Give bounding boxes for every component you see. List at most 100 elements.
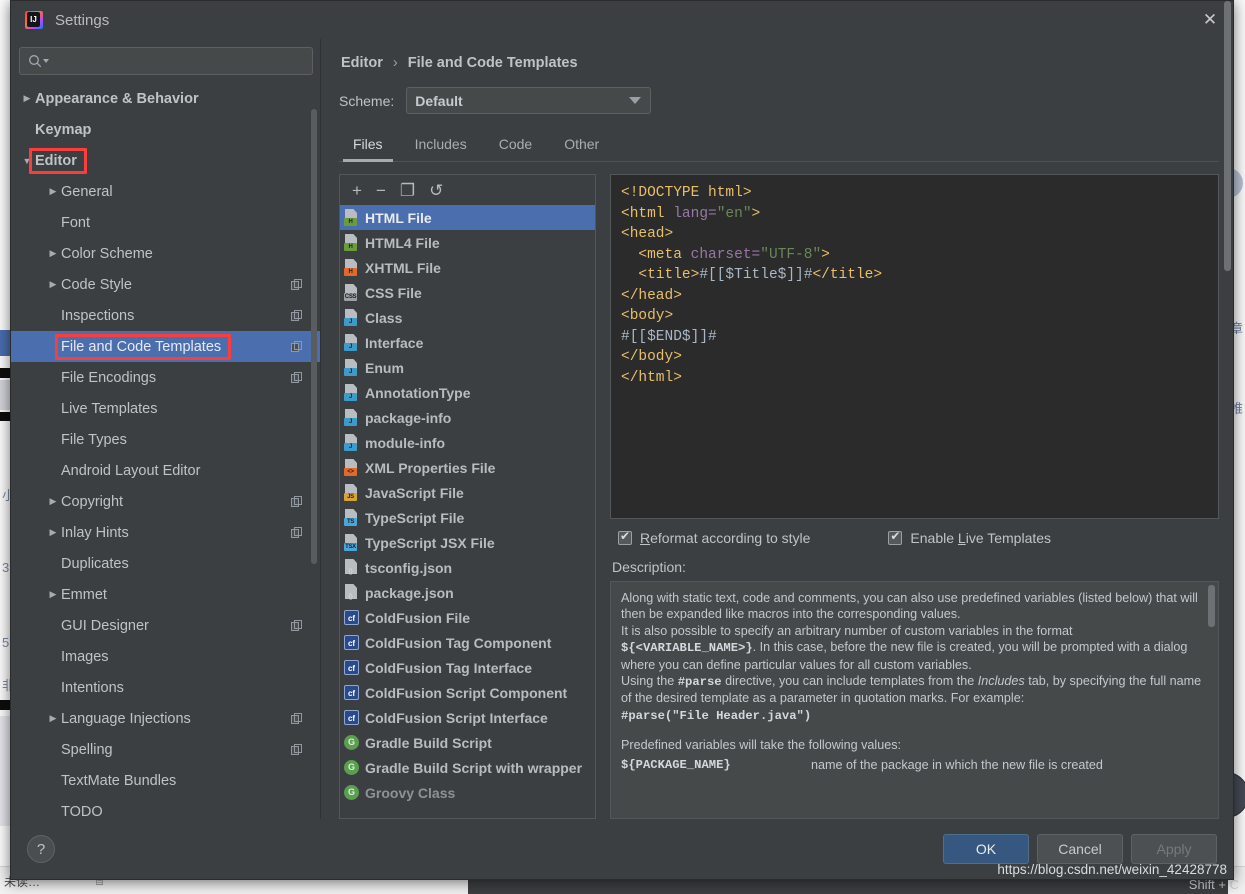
copy-settings-icon[interactable] xyxy=(291,495,303,508)
template-list-item[interactable]: cf ColdFusion Tag Component xyxy=(340,630,595,655)
sidebar-item-gui-designer[interactable]: ▶GUI Designer xyxy=(11,610,321,641)
template-list-item[interactable]: G Gradle Build Script with wrapper xyxy=(340,755,595,780)
reset-icon[interactable]: ↺ xyxy=(429,182,443,199)
template-list-item[interactable]: TS TypeScript File xyxy=(340,505,595,530)
sidebar-item-file-and-code-templates[interactable]: ▶File and Code Templates xyxy=(11,331,321,362)
ok-button[interactable]: OK xyxy=(943,834,1029,864)
template-list-item[interactable]: J AnnotationType xyxy=(340,380,595,405)
sidebar-item-editor[interactable]: ▼ Editor xyxy=(11,145,321,176)
template-list-item[interactable]: JS JavaScript File xyxy=(340,480,595,505)
search-input[interactable] xyxy=(55,53,304,69)
tab-code[interactable]: Code xyxy=(485,128,546,161)
templates-list-scrollbar[interactable] xyxy=(1224,1,1231,271)
cancel-button[interactable]: Cancel xyxy=(1037,834,1123,864)
template-list-item[interactable]: cf ColdFusion Script Component xyxy=(340,680,595,705)
template-list-item[interactable]: cf ColdFusion Tag Interface xyxy=(340,655,595,680)
chevron-right-icon[interactable]: ▶ xyxy=(45,589,61,600)
template-list-item[interactable]: {} package.json xyxy=(340,580,595,605)
template-list-item[interactable]: G Gradle Build Script xyxy=(340,730,595,755)
sidebar-item-label: General xyxy=(61,183,113,200)
template-list-item[interactable]: G Groovy Class xyxy=(340,780,595,805)
checkbox-box[interactable] xyxy=(888,529,903,545)
scheme-select[interactable]: Default xyxy=(406,87,652,114)
reformat-according-to-style-checkbox[interactable]: Reformat according to style xyxy=(618,529,810,546)
sidebar-item-intentions[interactable]: ▶Intentions xyxy=(11,672,321,703)
template-list-item[interactable]: TSX TypeScript JSX File xyxy=(340,530,595,555)
sidebar-item-code-style[interactable]: ▶ Code Style xyxy=(11,269,321,300)
sidebar-item-font[interactable]: ▶Font xyxy=(11,207,321,238)
scheme-label: Scheme: xyxy=(339,92,395,109)
template-list-item[interactable]: {} tsconfig.json xyxy=(340,555,595,580)
search-box[interactable] xyxy=(19,47,313,75)
plus-icon[interactable]: + xyxy=(352,182,362,199)
sidebar-item-live-templates[interactable]: ▶Live Templates xyxy=(11,393,321,424)
copy-settings-icon[interactable] xyxy=(291,278,303,291)
copy-settings-icon[interactable] xyxy=(291,743,303,756)
tab-includes[interactable]: Includes xyxy=(401,128,481,161)
template-list-item[interactable]: H HTML4 File xyxy=(340,230,595,255)
sidebar-item-inspections[interactable]: ▶Inspections xyxy=(11,300,321,331)
sidebar-item-label: Appearance & Behavior xyxy=(35,90,199,107)
sidebar-item-general[interactable]: ▶ General xyxy=(11,176,321,207)
sidebar-item-textmate-bundles[interactable]: ▶TextMate Bundles xyxy=(11,765,321,796)
template-list-item[interactable]: cf ColdFusion File xyxy=(340,605,595,630)
breadcrumb-parent[interactable]: Editor xyxy=(341,55,383,71)
sidebar-item-file-types[interactable]: ▶File Types xyxy=(11,424,321,455)
chevron-right-icon[interactable]: ▶ xyxy=(45,186,61,197)
sidebar-item-images[interactable]: ▶Images xyxy=(11,641,321,672)
tab-other[interactable]: Other xyxy=(550,128,613,161)
sidebar-item-inlay-hints[interactable]: ▶ Inlay Hints xyxy=(11,517,321,548)
code-line: </head> xyxy=(621,286,1208,307)
minus-icon[interactable]: − xyxy=(376,182,386,199)
description-scrollbar[interactable] xyxy=(1208,585,1215,627)
template-list-item[interactable]: H XHTML File xyxy=(340,255,595,280)
copy-settings-icon[interactable] xyxy=(291,619,303,632)
template-list-item[interactable]: H HTML File xyxy=(340,205,595,230)
sidebar-item-android-layout-editor[interactable]: ▶Android Layout Editor xyxy=(11,455,321,486)
copy-settings-icon[interactable] xyxy=(291,526,303,539)
sidebar-item-todo[interactable]: ▶TODO xyxy=(11,796,321,820)
chevron-right-icon[interactable]: ▶ xyxy=(45,248,61,259)
sidebar-item-appearance-behavior[interactable]: ▶ Appearance & Behavior xyxy=(11,83,321,114)
checkbox-box[interactable] xyxy=(618,529,632,545)
template-list-item[interactable]: J Class xyxy=(340,305,595,330)
template-list-item-label: AnnotationType xyxy=(365,384,471,401)
code-token: <meta xyxy=(621,246,691,263)
template-list-item[interactable]: J Enum xyxy=(340,355,595,380)
copy-settings-icon[interactable] xyxy=(291,309,303,322)
chevron-right-icon[interactable]: ▶ xyxy=(19,93,35,104)
chevron-right-icon[interactable]: ▶ xyxy=(45,496,61,507)
code-line: <!DOCTYPE html> xyxy=(621,183,1208,204)
copy-settings-icon[interactable] xyxy=(291,371,303,384)
chevron-down-icon[interactable]: ▼ xyxy=(19,156,35,166)
sidebar-item-label: Keymap xyxy=(35,121,92,138)
sidebar-item-color-scheme[interactable]: ▶ Color Scheme xyxy=(11,238,321,269)
sidebar-item-label: Images xyxy=(61,648,109,665)
sidebar-item-keymap[interactable]: ▶Keymap xyxy=(11,114,321,145)
sidebar-item-spelling[interactable]: ▶Spelling xyxy=(11,734,321,765)
copy-settings-icon[interactable] xyxy=(291,712,303,725)
template-list-item[interactable]: <> XML Properties File xyxy=(340,455,595,480)
chevron-right-icon[interactable]: ▶ xyxy=(45,527,61,538)
question-mark-icon[interactable]: ? xyxy=(27,835,55,863)
template-list-item[interactable]: CSS CSS File xyxy=(340,280,595,305)
copy-settings-icon[interactable] xyxy=(291,340,303,353)
sidebar-item-label: File Types xyxy=(61,431,127,448)
template-code-editor[interactable]: <!DOCTYPE html> <html lang="en"> <head> <m… xyxy=(610,174,1219,519)
sidebar-item-language-injections[interactable]: ▶ Language Injections xyxy=(11,703,321,734)
background-glyph-1: 3 xyxy=(2,560,10,575)
chevron-right-icon[interactable]: ▶ xyxy=(45,279,61,290)
enable-live-templates-checkbox[interactable]: Enable Live Templates xyxy=(888,529,1051,546)
sidebar-item-emmet[interactable]: ▶ Emmet xyxy=(11,579,321,610)
sidebar-item-file-encodings[interactable]: ▶File Encodings xyxy=(11,362,321,393)
template-list-item[interactable]: Jpackage-info xyxy=(340,405,595,430)
copy-icon[interactable]: ❐ xyxy=(400,182,415,199)
template-list-item[interactable]: cf ColdFusion Script Interface xyxy=(340,705,595,730)
chevron-right-icon[interactable]: ▶ xyxy=(45,713,61,724)
sidebar-item-copyright[interactable]: ▶ Copyright xyxy=(11,486,321,517)
template-list-item[interactable]: J Interface xyxy=(340,330,595,355)
sidebar-scrollbar[interactable] xyxy=(311,109,317,564)
tab-files[interactable]: Files xyxy=(339,128,397,162)
template-list-item[interactable]: Jmodule-info xyxy=(340,430,595,455)
sidebar-item-duplicates[interactable]: ▶Duplicates xyxy=(11,548,321,579)
